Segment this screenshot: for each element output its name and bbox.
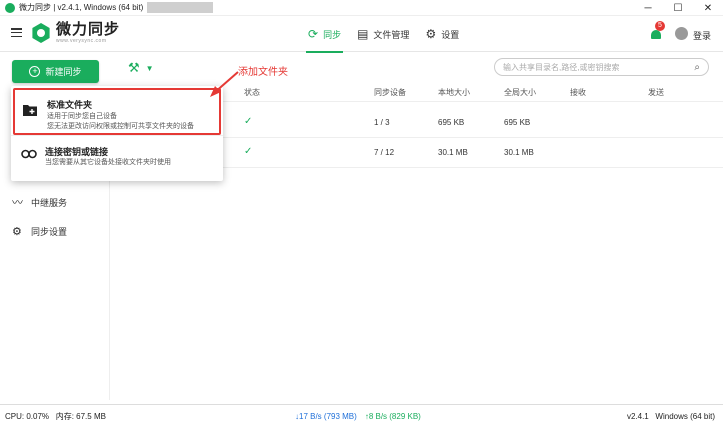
link-icon [21, 148, 37, 162]
sidebar-item-label: 中继服务 [31, 197, 68, 208]
file-icon: ▤ [357, 27, 369, 41]
column-receive[interactable]: 接收 [570, 87, 586, 98]
column-devices[interactable]: 同步设备 [374, 87, 406, 98]
new-sync-button[interactable]: + 新建同步 [12, 60, 99, 83]
column-send[interactable]: 发送 [648, 87, 664, 98]
tab-file-manager[interactable]: ▤ 文件管理 [349, 16, 417, 52]
local-size-cell: 30.1 MB [438, 148, 468, 157]
status-ok-icon: ✓ [244, 116, 253, 127]
menu-item-standard-folder[interactable]: 标准文件夹 适用于同步您自己设备 您无法更改访问权限或控制可共享文件夹的设备 [13, 88, 221, 135]
tools-icon: ⚒ [128, 60, 140, 75]
window-title: 微力同步 | v2.4.1, Windows (64 bit) [19, 3, 144, 12]
notification-badge: 5 [655, 21, 665, 31]
platform: Windows (64 bit) [655, 412, 715, 421]
title-bar: 微力同步 | v2.4.1, Windows (64 bit) ─ ☐ ✕ [0, 0, 723, 16]
sidebar-item-label: 同步设置 [31, 227, 68, 237]
relay-icon: 〰 [12, 197, 23, 209]
memory-usage: 内存: 67.5 MB [55, 412, 106, 421]
maximize-button[interactable]: ☐ [663, 0, 693, 16]
global-size-cell: 30.1 MB [504, 148, 534, 157]
redacted-area [147, 2, 214, 13]
caret-down-icon: ▼ [145, 63, 154, 73]
cpu-usage: CPU: 0.07% [5, 412, 50, 421]
new-sync-label: 新建同步 [45, 67, 82, 77]
devices-cell: 7 / 12 [374, 148, 395, 157]
search-box[interactable]: ⌕ [494, 58, 709, 76]
status-ok-icon: ✓ [244, 146, 253, 157]
menu-item-title: 标准文件夹 [47, 100, 93, 110]
logo-name: 微力同步 [56, 21, 121, 38]
search-icon[interactable]: ⌕ [694, 62, 700, 73]
sidebar-item-sync-settings[interactable]: ⚙ 同步设置 [12, 225, 67, 238]
menu-icon[interactable] [11, 28, 22, 37]
logo: 微力同步 www.verysync.com [31, 22, 120, 44]
minimize-button[interactable]: ─ [633, 0, 663, 16]
version: v2.4.1 [626, 412, 649, 421]
status-bar: CPU: 0.07% 内存: 67.5 MB ↓17 B/s (793 MB) … [0, 404, 723, 428]
tab-label: 文件管理 [373, 29, 410, 40]
devices-cell: 1 / 3 [374, 118, 390, 127]
app-icon [5, 2, 15, 13]
menu-item-desc: 当您需要从其它设备处接收文件夹时使用 [45, 159, 171, 166]
column-global-size[interactable]: 全局大小 [504, 87, 536, 98]
gear-icon: ⚙ [12, 226, 22, 238]
upload-rate: ↑8 B/s (829 KB) [364, 412, 421, 421]
tab-label: 同步 [323, 29, 342, 40]
logo-url: www.verysync.com [56, 38, 107, 44]
download-rate: ↓17 B/s (793 MB) [295, 412, 357, 421]
search-input[interactable] [503, 62, 695, 72]
app-header: 微力同步 www.verysync.com ⟳ 同步 ▤ 文件管理 ⚙ 设置 5… [0, 16, 723, 53]
annotation-label: 添加文件夹 [238, 67, 288, 78]
sync-icon: ⟳ [308, 27, 319, 41]
gear-icon: ⚙ [425, 27, 437, 41]
tools-dropdown[interactable]: ⚒ ▼ [128, 60, 154, 76]
tab-settings[interactable]: ⚙ 设置 [417, 16, 467, 52]
local-size-cell: 695 KB [438, 118, 465, 127]
login-link[interactable]: 登录 [693, 29, 711, 42]
global-size-cell: 695 KB [504, 118, 531, 127]
column-status[interactable]: 状态 [244, 87, 260, 98]
menu-item-desc: 适用于同步您自己设备 [47, 113, 117, 120]
tab-sync[interactable]: ⟳ 同步 [300, 16, 349, 53]
tab-label: 设置 [441, 29, 460, 40]
main-nav: ⟳ 同步 ▤ 文件管理 ⚙ 设置 [300, 16, 467, 53]
logo-icon [32, 23, 50, 43]
close-button[interactable]: ✕ [693, 0, 723, 16]
column-local-size[interactable]: 本地大小 [438, 87, 470, 98]
menu-item-desc: 您无法更改访问权限或控制可共享文件夹的设备 [47, 123, 194, 130]
sidebar-item-relay[interactable]: 〰 中继服务 [12, 194, 67, 210]
folder-add-icon [23, 104, 37, 119]
new-sync-menu: 标准文件夹 适用于同步您自己设备 您无法更改访问权限或控制可共享文件夹的设备 连… [11, 86, 223, 181]
plus-icon: + [29, 66, 41, 77]
menu-item-connect-key[interactable]: 连接密钥或链接 当您需要从其它设备处接收文件夹时使用 [13, 136, 221, 183]
avatar[interactable] [675, 27, 688, 40]
